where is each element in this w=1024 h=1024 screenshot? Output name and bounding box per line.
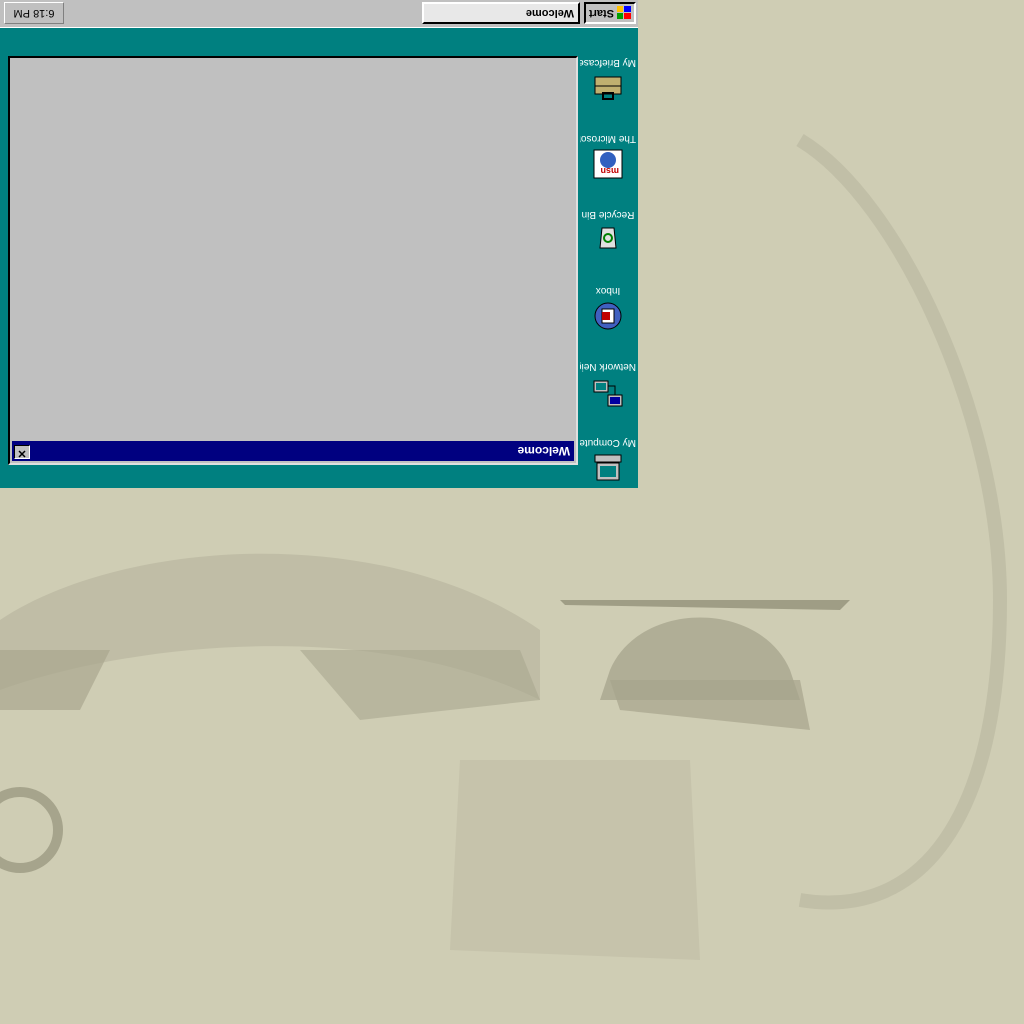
desktop-icon-label: My Briefcase bbox=[580, 57, 636, 68]
windows-logo-icon bbox=[617, 6, 631, 20]
desktop-icon-msn[interactable]: msn The Microsoft Network bbox=[580, 132, 636, 180]
desktop-icon-network-neighborhood[interactable]: Network Neighborhood bbox=[580, 360, 636, 408]
desktop-icon-inbox[interactable]: Inbox bbox=[580, 284, 636, 332]
system-tray-clock: 6:18 PM bbox=[4, 2, 64, 24]
taskbar-button-label: Welcome bbox=[525, 7, 574, 19]
close-button[interactable]: ✕ bbox=[14, 445, 30, 459]
desktop-icon-recycle-bin[interactable]: Recycle Bin bbox=[580, 208, 636, 256]
desktop-icon-briefcase[interactable]: My Briefcase bbox=[580, 56, 636, 104]
close-icon: ✕ bbox=[17, 447, 27, 459]
svg-text:msn: msn bbox=[600, 166, 619, 176]
taskbar-button-welcome[interactable]: Welcome bbox=[422, 2, 580, 24]
window-titlebar[interactable]: Welcome ✕ bbox=[12, 441, 574, 461]
recycle-bin-icon bbox=[592, 224, 624, 256]
desktop: My Computer Network Neighborhood Inbox R… bbox=[0, 0, 638, 488]
desktop-icon-label: Inbox bbox=[595, 285, 621, 296]
desktop-icon-label: The Microsoft Network bbox=[580, 133, 636, 144]
desktop-icon-label: Recycle Bin bbox=[581, 209, 635, 220]
clock-text: 6:18 PM bbox=[13, 7, 55, 19]
window-content bbox=[12, 60, 574, 439]
briefcase-icon bbox=[592, 72, 624, 104]
msn-icon: msn bbox=[592, 148, 624, 180]
start-button[interactable]: Start bbox=[584, 2, 636, 24]
inbox-icon bbox=[592, 300, 624, 332]
desktop-icon-my-computer[interactable]: My Computer bbox=[580, 436, 636, 484]
start-label: Start bbox=[588, 7, 614, 19]
desktop-icon-label: Network Neighborhood bbox=[580, 361, 636, 372]
my-computer-icon bbox=[592, 452, 624, 484]
window-title: Welcome bbox=[517, 444, 570, 458]
network-neighborhood-icon bbox=[592, 376, 624, 408]
welcome-window: Welcome ✕ bbox=[8, 56, 578, 465]
taskbar: Start Welcome 6:18 PM bbox=[0, 0, 638, 28]
desktop-icon-label: My Computer bbox=[580, 437, 636, 448]
